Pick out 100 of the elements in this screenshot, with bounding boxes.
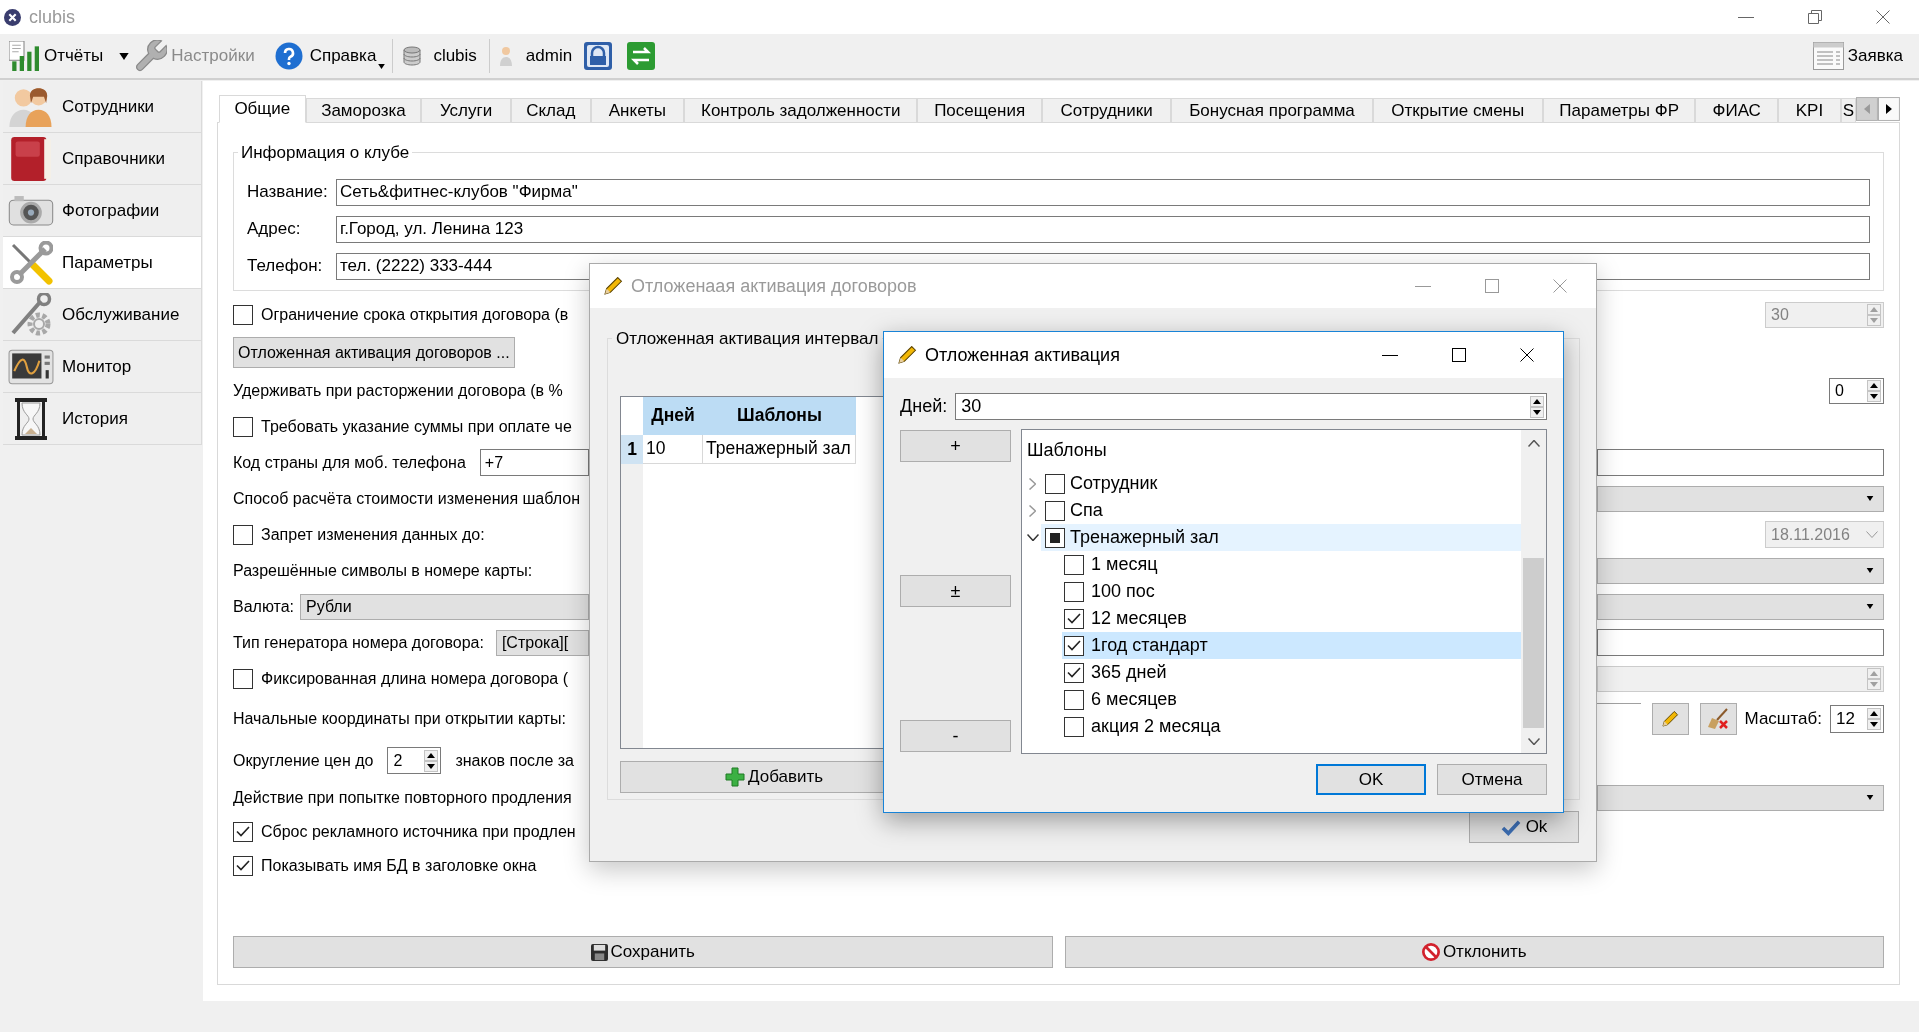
checkbox[interactable] (1064, 608, 1084, 629)
checkbox[interactable] (1064, 716, 1084, 737)
add-button[interactable]: Добавить (620, 760, 884, 793)
group-title: Отложенная активация интервал (615, 328, 880, 350)
chevron-up-icon[interactable] (1527, 439, 1540, 447)
lock-icon[interactable] (584, 42, 613, 70)
bar-chart-icon (9, 41, 39, 71)
wrench-icon (135, 40, 168, 72)
sidebar-item[interactable]: Монитор (3, 341, 202, 393)
sidebar-item[interactable]: Справочники (3, 133, 202, 185)
side-button[interactable]: ± (900, 575, 1011, 607)
tab[interactable]: Параметры ФР (1542, 98, 1696, 123)
text-field[interactable] (1597, 449, 1884, 476)
group-title: Информация о клубе (240, 142, 411, 164)
swap-arrows-icon[interactable] (627, 42, 656, 70)
checkbox[interactable] (233, 821, 253, 842)
tab[interactable]: Бонусная программа (1171, 98, 1373, 123)
text-field[interactable] (1597, 629, 1884, 656)
checkmark-icon (1067, 667, 1081, 678)
checkbox[interactable] (233, 668, 253, 689)
tab[interactable]: Сотрудники (1041, 98, 1172, 123)
sidebar-item[interactable]: История (3, 393, 202, 445)
checkbox[interactable] (1064, 662, 1084, 683)
checkbox[interactable] (1045, 473, 1065, 494)
cancel-button[interactable]: Отклонить (1064, 936, 1884, 968)
chevron-down-icon[interactable] (1527, 737, 1540, 745)
sidebar-item[interactable]: Фотографии (3, 185, 202, 237)
tree-item[interactable]: Тренажерный зал (1041, 524, 1521, 551)
edit-button[interactable] (1651, 702, 1689, 735)
spin-arrows-icon[interactable] (1867, 379, 1881, 402)
field-label: Валюта: (233, 596, 295, 617)
checkbox[interactable] (1064, 554, 1084, 575)
text-field[interactable]: Сеть&фитнес-клубов "Фирма" (336, 178, 1870, 206)
tab[interactable]: Услуги (421, 98, 511, 123)
generator-format-box[interactable]: [Строка][ (495, 629, 589, 656)
window-title: clubis (29, 5, 76, 29)
spin-box[interactable]: 30 (955, 393, 1547, 420)
scrollbar-thumb[interactable] (1523, 558, 1544, 728)
tab[interactable]: Заморозка (305, 98, 422, 123)
ok-button[interactable]: OK (1316, 764, 1426, 795)
help-button[interactable]: Справка (274, 37, 386, 75)
close-icon[interactable] (1520, 348, 1534, 362)
checkbox[interactable] (233, 524, 253, 545)
combo-box[interactable]: Рубли (300, 593, 589, 620)
sidebar-item[interactable]: Параметры (3, 237, 202, 289)
spin-box[interactable]: 0 (1829, 377, 1884, 404)
request-button[interactable]: Заявка (1812, 37, 1903, 75)
clear-button[interactable] (1699, 702, 1737, 735)
chevron-down-icon[interactable] (1027, 534, 1039, 541)
sidebar-item[interactable]: Сотрудники (3, 81, 202, 133)
spin-arrows-icon[interactable] (1530, 395, 1544, 418)
minimize-icon[interactable] (1382, 354, 1398, 356)
side-button[interactable]: - (900, 720, 1011, 752)
checkbox[interactable] (233, 304, 253, 325)
spin-box[interactable]: 12 (1830, 704, 1884, 733)
save-button[interactable]: Сохранить (233, 936, 1053, 968)
restore-icon[interactable] (1808, 10, 1822, 24)
tab[interactable]: Общие (219, 95, 306, 123)
chevron-right-icon[interactable] (1029, 477, 1036, 490)
checkbox-label: Ограничение срока открытия договора (в (261, 304, 569, 325)
dropdown-arrow-icon (1866, 568, 1874, 573)
tree-header: Шаблоны (1027, 438, 1107, 462)
spin-box[interactable]: 2 (387, 747, 442, 774)
column-header[interactable]: Дней (643, 396, 703, 435)
checkbox[interactable] (1064, 581, 1084, 602)
database-icon (403, 46, 422, 66)
tools-icon (9, 240, 53, 285)
cancel-button[interactable]: Отмена (1437, 764, 1547, 795)
dialog-title: Отложенная активация (925, 343, 1120, 367)
column-header[interactable]: Шаблоны (703, 396, 856, 435)
tab[interactable]: Контроль задолженности (684, 98, 918, 123)
tree-item[interactable]: 1год стандарт (1062, 632, 1521, 659)
checkmark-icon (236, 860, 250, 871)
text-field[interactable]: г.Город, ул. Ленина 123 (336, 215, 1870, 243)
reports-button[interactable]: Отчёты (5, 37, 130, 75)
tab[interactable]: Анкеты (590, 98, 685, 123)
spin-arrows-icon[interactable] (1867, 707, 1881, 730)
maximize-icon[interactable] (1452, 348, 1466, 362)
ok-button[interactable]: Ok (1469, 811, 1579, 843)
checkbox[interactable] (1064, 689, 1084, 710)
field-label: Тип генератора номера договора: (233, 632, 484, 653)
checkbox[interactable] (1045, 500, 1065, 521)
field-label: Округление цен до (233, 750, 374, 771)
checkbox[interactable] (233, 416, 253, 437)
tab[interactable]: ФИАС (1695, 98, 1779, 123)
checkbox[interactable] (1045, 527, 1065, 548)
checkmark-icon (1067, 613, 1081, 624)
tab[interactable]: Склад (510, 98, 591, 123)
tab[interactable]: Открытие смены (1372, 98, 1543, 123)
side-button[interactable]: + (900, 430, 1011, 462)
text-field[interactable]: +7 (479, 449, 589, 476)
sidebar-item[interactable]: Обслуживание (3, 289, 202, 341)
checkbox[interactable] (233, 855, 253, 876)
scrollbar[interactable] (1521, 430, 1546, 753)
activation-button[interactable]: Отложенная активация договоров ... (233, 337, 515, 368)
checkbox[interactable] (1064, 635, 1084, 656)
chevron-right-icon[interactable] (1029, 504, 1036, 517)
tab[interactable]: KPI (1778, 98, 1841, 123)
tab[interactable]: Посещения (917, 98, 1042, 123)
spin-arrows-icon[interactable] (424, 749, 439, 772)
